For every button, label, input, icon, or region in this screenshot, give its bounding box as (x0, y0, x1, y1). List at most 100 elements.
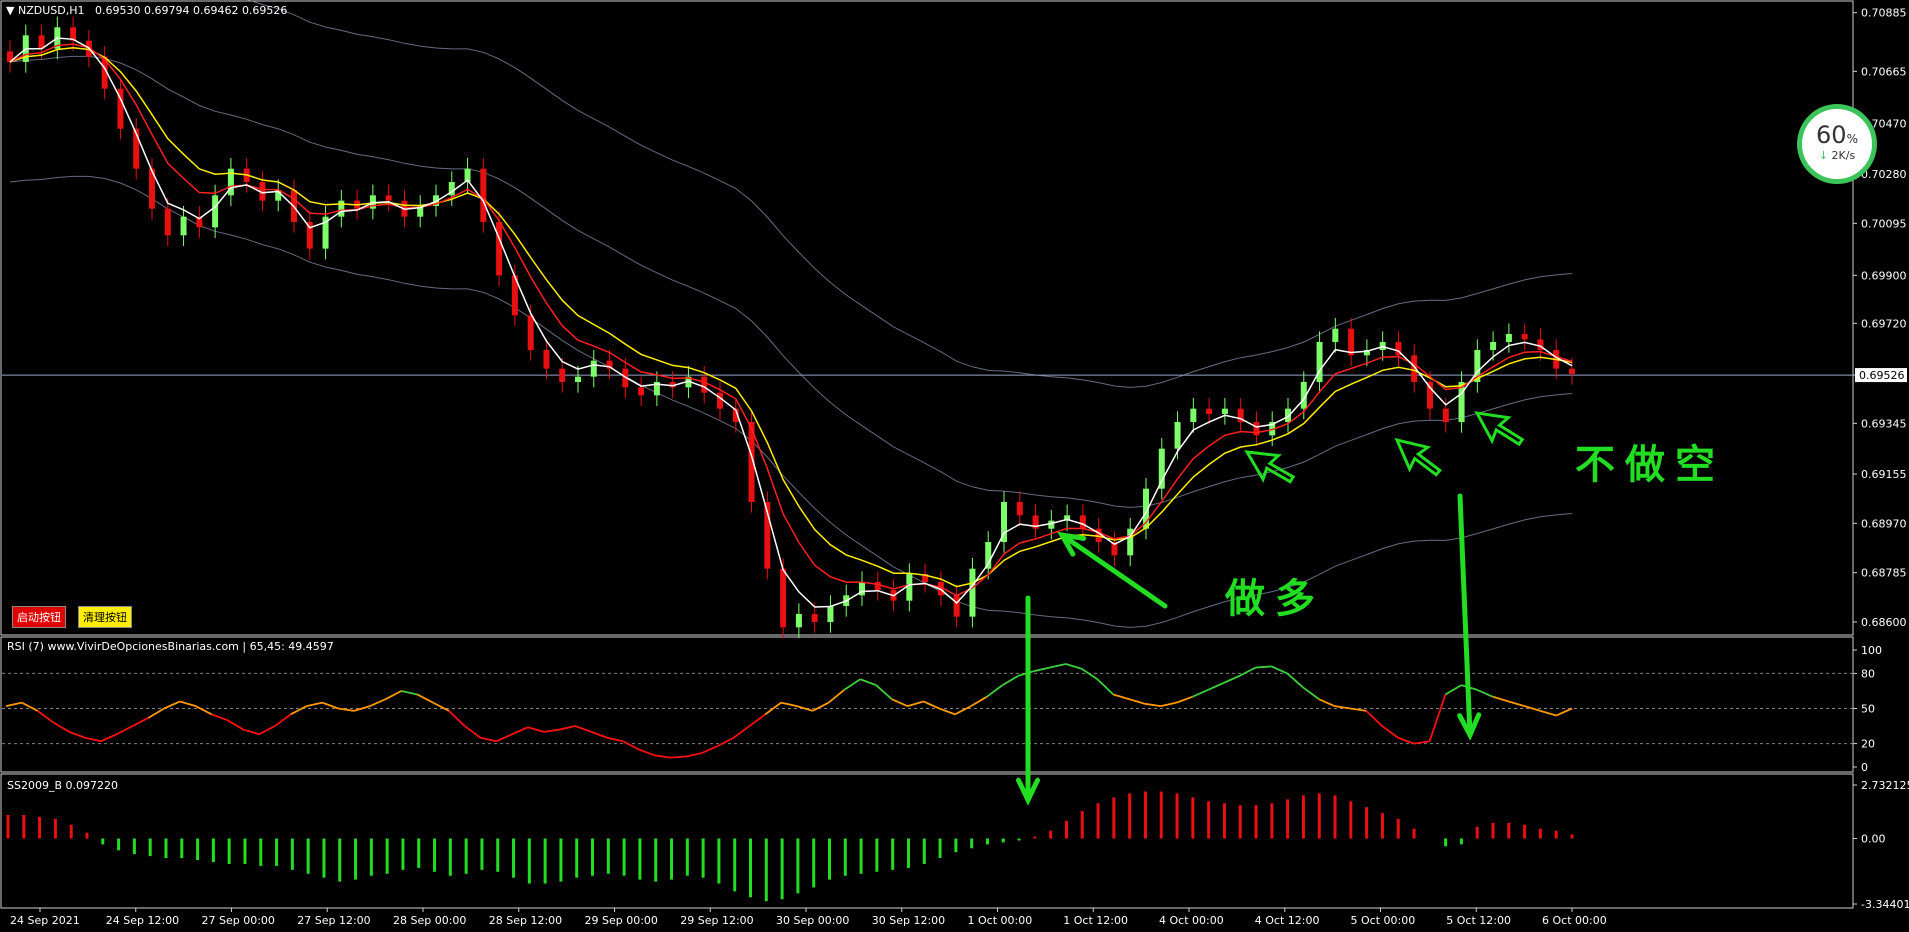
rsi-line-segment (68, 731, 86, 739)
rsi-line-segment (274, 713, 292, 727)
price-tick-label: 0.69155 (1861, 468, 1907, 481)
rsi-line-segment (1049, 663, 1067, 669)
candle-body (1221, 408, 1228, 414)
candle-body (827, 606, 834, 622)
time-tick-label: 29 Sep 12:00 (680, 914, 753, 927)
candle-body (1332, 328, 1339, 342)
candle-body (385, 195, 392, 201)
candle-body (795, 614, 802, 628)
rsi-line-segment (226, 719, 244, 731)
rsi-line-segment (195, 705, 213, 716)
candle-body (527, 315, 534, 350)
rsi-line-segment (1176, 695, 1193, 704)
rsi-line-segment (401, 690, 418, 696)
cursor-arrow-3 (1474, 411, 1525, 447)
rsi-line-segment (52, 721, 70, 733)
rsi-line-segment (432, 701, 450, 712)
rsi-line-segment (891, 698, 909, 707)
cursor-arrow-2 (1394, 437, 1442, 477)
rsi-line-segment (606, 736, 624, 743)
rsi-line-segment (812, 701, 829, 712)
rsi-line-segment (179, 700, 197, 708)
price-tick-label: 0.70665 (1861, 65, 1907, 78)
rsi-line-segment (21, 701, 39, 712)
rsi-line-segment (1128, 698, 1146, 705)
price-tick-label: 0.70885 (1861, 7, 1907, 20)
rsi-line-segment (1096, 678, 1114, 696)
rsi-line-segment (670, 755, 687, 759)
time-tick-label: 27 Sep 12:00 (297, 914, 370, 927)
rsi-panel-frame (0, 636, 1854, 773)
ss2009-label: SS2009_B 0.097220 (7, 779, 118, 792)
rsi-tick-label: 100 (1861, 644, 1882, 657)
chart-header: ▼ NZDUSD,H1 0.69530 0.69794 0.69462 0.69… (6, 4, 287, 17)
rsi-line-segment (1113, 693, 1130, 701)
candle-body (338, 200, 345, 217)
cursor-arrow-1 (1244, 450, 1296, 484)
candle-body (1158, 448, 1165, 489)
price-tick-label: 0.69720 (1861, 317, 1907, 330)
rsi-line-segment (258, 725, 276, 736)
time-tick-label: 5 Oct 12:00 (1446, 914, 1511, 927)
rsi-line-segment (654, 754, 671, 759)
candle-body (212, 195, 219, 228)
rsi-line-segment (638, 748, 655, 757)
rsi-line-segment (306, 701, 323, 708)
time-tick-label: 27 Sep 00:00 (202, 914, 275, 927)
rsi-line-segment (1191, 688, 1209, 698)
rsi-line-segment (1065, 663, 1082, 670)
time-tick-label: 24 Sep 12:00 (106, 914, 179, 927)
candle-body (496, 222, 503, 276)
rsi-line-segment (938, 707, 956, 716)
rsi-line-segment (1271, 665, 1288, 675)
time-tick-label: 6 Oct 00:00 (1542, 914, 1607, 927)
start-button[interactable]: 启动按钮 (12, 606, 66, 628)
rsi-line-segment (733, 725, 750, 739)
rsi-line-segment (1508, 700, 1525, 708)
rsi-line-segment (1286, 672, 1304, 689)
rsi-line-segment (116, 725, 133, 736)
time-tick-label: 30 Sep 12:00 (872, 914, 945, 927)
rsi-line-segment (5, 701, 23, 708)
price-tick-label: 0.68785 (1861, 567, 1907, 580)
rsi-line-segment (1492, 695, 1509, 703)
ohlc-label: 0.69530 0.69794 0.69462 0.69526 (94, 4, 288, 17)
symbol-label: NZDUSD,H1 (17, 4, 85, 17)
clear-button[interactable]: 清理按钮 (78, 606, 132, 628)
candle-body (180, 216, 187, 236)
rsi-line-segment (1365, 710, 1383, 727)
oscillator-panel-frame (0, 773, 1854, 909)
rsi-line-segment (1555, 707, 1573, 717)
rsi-line-segment (243, 728, 260, 736)
rsi-line-segment (543, 728, 560, 733)
speed-widget[interactable]: 60% ↓ 2K/s (1797, 104, 1877, 184)
rsi-line-segment (1081, 667, 1098, 680)
time-tick-label: 30 Sep 00:00 (776, 914, 849, 927)
time-tick-label: 4 Oct 12:00 (1255, 914, 1320, 927)
rsi-line-segment (1223, 674, 1241, 684)
ema-mid-line (9, 43, 1573, 597)
rsi-line-segment (1413, 740, 1430, 745)
candle-body (1048, 520, 1055, 529)
candle-body (1490, 342, 1497, 350)
candle-body (543, 350, 550, 369)
candle-body (811, 614, 818, 622)
candle-body (953, 595, 960, 617)
candle-body (1206, 408, 1213, 414)
rsi-line-segment (986, 684, 1004, 698)
time-tick-label: 24 Sep 2021 (10, 914, 80, 927)
candle-body (164, 208, 171, 236)
current-price-label: 0.69526 (1859, 369, 1905, 382)
rsi-line-segment (780, 701, 798, 708)
rsi-line-segment (1144, 702, 1161, 708)
candle-body (874, 582, 881, 590)
time-tick-label: 1 Oct 00:00 (968, 914, 1033, 927)
rsi-tick-label: 0 (1861, 761, 1868, 774)
rsi-line-segment (1476, 688, 1494, 698)
rsi-line-segment (796, 705, 813, 712)
collapse-triangle-icon[interactable]: ▼ (6, 4, 14, 17)
candle-body (906, 574, 913, 601)
long-annotation: 做多 (1225, 575, 1325, 622)
candle-body (1174, 422, 1181, 449)
candle-body (780, 568, 787, 628)
